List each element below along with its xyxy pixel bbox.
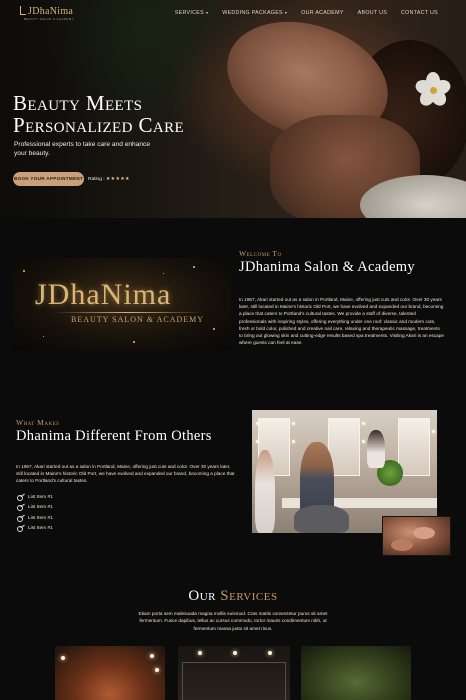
stylist-figure — [255, 450, 275, 533]
menu-item-contact-us[interactable]: CONTACT US — [401, 10, 438, 16]
services-title-word-1: Our — [188, 588, 217, 604]
hero-title: Beauty Meets Personalized Care — [13, 92, 184, 136]
stylist-figure — [367, 430, 385, 468]
service-card-facial[interactable] — [301, 646, 411, 700]
menu-item-label: WEDDING PACKAGES — [222, 10, 283, 16]
menu-item-our-academy[interactable]: OUR ACADEMY — [301, 10, 343, 16]
book-appointment-button[interactable]: BOOK YOUR APPOINTMENT — [13, 172, 84, 186]
services-description: Etiam porta sem malesuada magna mollis e… — [138, 611, 328, 631]
sparkle — [43, 336, 44, 337]
services-title: Our Services — [0, 588, 466, 605]
bulb — [233, 651, 237, 655]
sparkle — [23, 270, 25, 272]
list-item-label: List Item #1 — [28, 505, 53, 511]
bulb — [256, 440, 259, 443]
rating-label: Rating : — [88, 177, 105, 182]
rating-stars-icon: ★★★★★ — [105, 176, 130, 182]
logo-ornament-icon — [20, 6, 26, 15]
list-item-label: List Item #1 — [28, 526, 53, 532]
hand — [413, 527, 435, 539]
menu-item-label: CONTACT US — [401, 10, 438, 16]
bulb — [432, 430, 435, 433]
massage-image — [382, 516, 451, 556]
top-navigation: JDhaNima BEAUTY SALON & ACADEMY SERVICES… — [0, 0, 466, 28]
bulb — [268, 651, 272, 655]
logo-text: JDhaNima — [28, 6, 74, 17]
rating: Rating : ★★★★★ — [88, 176, 130, 182]
list-item: List Item #1 — [17, 513, 53, 524]
main-menu: SERVICES ▾ WEDDING PACKAGES ▾ OUR ACADEMY … — [161, 10, 438, 16]
bulb — [198, 651, 202, 655]
list-item: List Item #1 — [17, 524, 53, 535]
menu-item-about-us[interactable]: ABOUT US — [358, 10, 387, 16]
menu-item-label: ABOUT US — [357, 10, 388, 16]
scissors-icon — [17, 525, 24, 533]
different-body: In 1967, Akari started out as a salon in… — [16, 464, 235, 484]
bulb — [292, 422, 295, 425]
services-title-word-2: Services — [220, 588, 278, 604]
chevron-down-icon: ▾ — [205, 10, 209, 15]
welcome-body: In 1967, Akari started out as a salon in… — [239, 297, 444, 346]
welcome-brand-image: JDhaNima BEAUTY SALON & ACADEMY — [13, 258, 231, 350]
scissors-icon — [17, 504, 24, 512]
hero-section: Beauty Meets Personalized Care Professio… — [0, 0, 466, 218]
service-card-interior[interactable] — [178, 646, 290, 700]
hero-subtitle: Professional experts to take care and en… — [14, 141, 150, 157]
bulb — [362, 422, 365, 425]
list-item-label: List Item #1 — [28, 494, 53, 500]
bulb — [292, 440, 295, 443]
sparkle — [133, 341, 135, 343]
sparkle — [163, 273, 164, 274]
menu-item-label: OUR ACADEMY — [301, 10, 344, 16]
bulb — [155, 668, 159, 672]
bulb — [362, 440, 365, 443]
menu-item-services[interactable]: SERVICES ▾ — [175, 10, 208, 16]
bulb — [150, 654, 154, 658]
bulb — [61, 656, 65, 660]
hero-title-line-1: Beauty Meets — [13, 91, 143, 115]
hero-title-line-2: Personalized Care — [13, 113, 185, 137]
welcome-eyebrow: Welcome To — [239, 249, 282, 258]
image-brand-tagline: BEAUTY SALON & ACADEMY — [71, 315, 205, 324]
logo[interactable]: JDhaNima — [20, 6, 73, 17]
sparkle — [213, 328, 215, 330]
feature-list: List Item #1 List Item #1 List Item #1 L… — [17, 492, 53, 534]
chevron-down-icon: ▾ — [284, 10, 288, 15]
sparkle — [193, 266, 195, 268]
bulb — [256, 422, 259, 425]
mirror-frame — [182, 662, 286, 700]
list-item: List Item #1 — [17, 503, 53, 514]
list-item-label: List Item #1 — [28, 515, 53, 521]
logo-tagline: BEAUTY SALON & ACADEMY — [24, 17, 75, 21]
different-title: Dhanima Different From Others — [16, 428, 212, 444]
service-card-hair[interactable] — [55, 646, 165, 700]
different-eyebrow: What Makes — [16, 418, 60, 427]
hand — [391, 539, 413, 551]
scissors-icon — [17, 515, 24, 522]
scissors-icon — [17, 494, 24, 501]
welcome-title: JDhanima Salon & Academy — [239, 259, 415, 275]
list-item: List Item #1 — [17, 492, 53, 503]
menu-item-wedding-packages[interactable]: WEDDING PACKAGES ▾ — [222, 10, 287, 16]
salon-chair — [294, 505, 349, 533]
image-divider — [53, 312, 203, 313]
menu-item-label: SERVICES — [174, 10, 204, 16]
salon-interior-image — [252, 410, 437, 533]
mirror — [398, 418, 430, 476]
image-brand-name: JDhaNima — [35, 278, 172, 311]
